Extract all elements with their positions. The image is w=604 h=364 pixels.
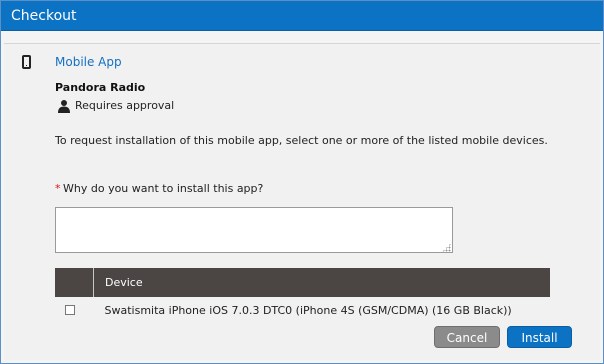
- dialog-content: Mobile App Pandora Radio Requires approv…: [4, 43, 600, 360]
- table-row: Swatismita iPhone iOS 7.0.3 DTC0 (iPhone…: [55, 297, 550, 323]
- checkout-dialog: Checkout Mobile App Pandora Radio Requir…: [0, 0, 604, 364]
- app-name: Pandora Radio: [55, 81, 146, 94]
- cancel-button[interactable]: Cancel: [434, 326, 500, 348]
- install-button[interactable]: Install: [507, 326, 572, 348]
- reason-input[interactable]: [55, 207, 453, 253]
- device-checkbox[interactable]: [65, 305, 75, 315]
- instructions-text: To request installation of this mobile a…: [55, 134, 548, 147]
- select-column-header: [55, 268, 94, 297]
- approval-status: Requires approval: [75, 99, 175, 112]
- mobile-phone-icon: [22, 55, 31, 69]
- required-marker: *: [55, 182, 61, 195]
- table-header-row: Device: [55, 268, 550, 297]
- device-name: Swatismita iPhone iOS 7.0.3 DTC0 (iPhone…: [93, 297, 550, 323]
- device-table: Device Swatismita iPhone iOS 7.0.3 DTC0 …: [55, 268, 550, 323]
- user-icon: [58, 100, 70, 113]
- dialog-title: Checkout: [11, 8, 77, 24]
- dialog-title-bar: Checkout: [1, 1, 603, 31]
- device-column-header[interactable]: Device: [93, 268, 550, 297]
- select-cell: [55, 297, 94, 323]
- reason-label: Why do you want to install this app?: [63, 182, 264, 195]
- app-type-link[interactable]: Mobile App: [55, 55, 122, 69]
